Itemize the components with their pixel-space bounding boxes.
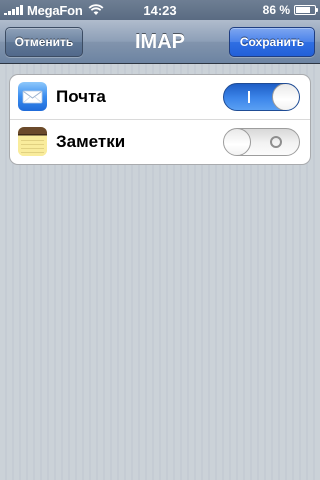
notes-app-icon [18, 127, 47, 156]
battery-tip [316, 8, 318, 12]
nav-title: IMAP [135, 31, 185, 53]
toggle-knob[interactable] [272, 84, 299, 110]
battery-icon [294, 5, 318, 15]
mail-toggle[interactable] [223, 83, 300, 111]
mail-app-icon [18, 82, 47, 111]
notes-label: Заметки [56, 132, 126, 151]
save-button[interactable]: Сохранить [229, 27, 315, 57]
toggle-knob[interactable] [224, 129, 251, 155]
mail-label: Почта [56, 87, 106, 106]
settings-row-mail: Почта [10, 75, 310, 119]
settings-row-notes: Заметки [10, 119, 310, 164]
toggle-on-mark [248, 91, 250, 103]
status-bar: MegaFon 14:23 86 % [0, 0, 320, 20]
battery-percent: 86 % [262, 3, 290, 17]
notepad-icon [18, 127, 47, 156]
toggle-off-mark [270, 136, 282, 148]
battery-fill [296, 7, 310, 13]
nav-bar: Отменить IMAP Сохранить [0, 20, 320, 64]
envelope-icon [22, 90, 43, 104]
notes-toggle[interactable] [223, 128, 300, 156]
status-right: 86 % [262, 3, 318, 17]
settings-table: Почта Заметки [9, 74, 311, 165]
cancel-button[interactable]: Отменить [5, 27, 83, 57]
